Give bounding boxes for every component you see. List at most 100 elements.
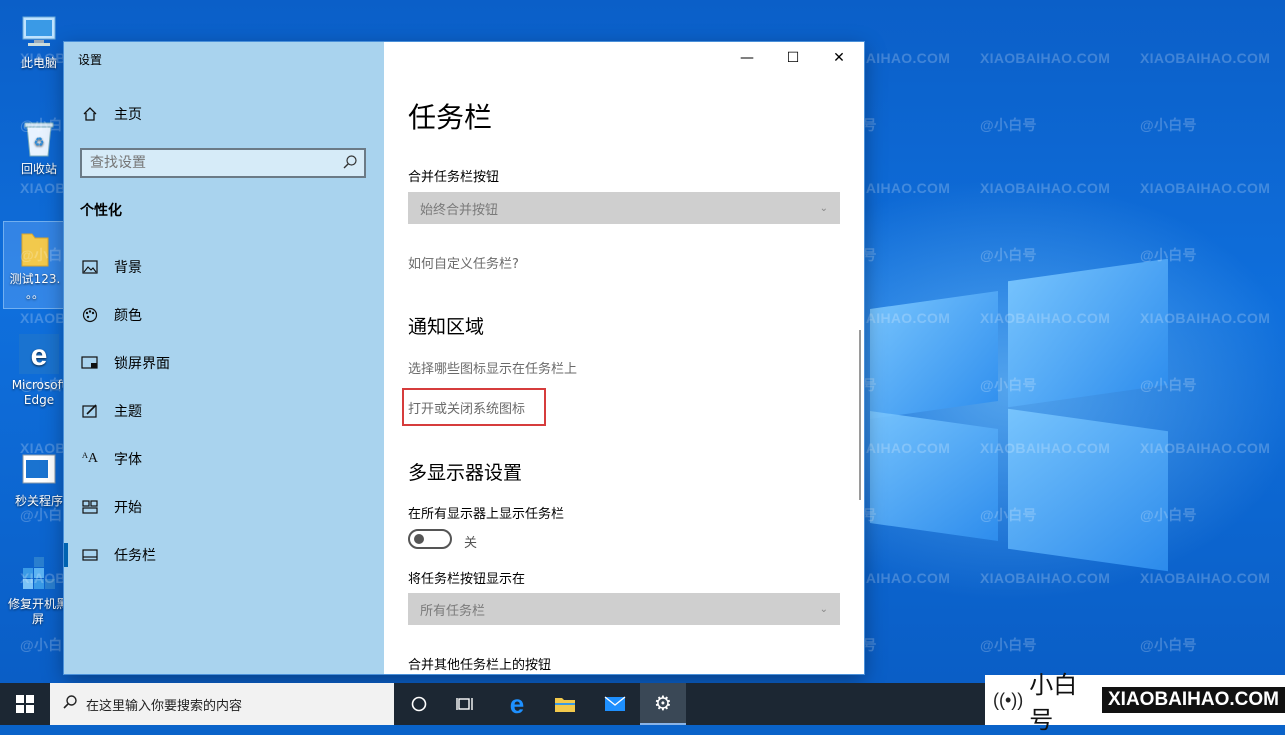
windows-icon (16, 695, 34, 713)
taskbar-search[interactable]: 在这里输入你要搜索的内容 (50, 683, 394, 725)
watermark-text: XIAOBAIHAO.COM (1140, 180, 1271, 196)
svg-text:e: e (31, 339, 48, 372)
nav-item-label: 开始 (114, 500, 142, 516)
toggle-knob (414, 534, 424, 544)
broadcast-icon: ((•)) (993, 689, 1024, 710)
recycle-bin-icon: ♻ (19, 118, 59, 158)
folder-icon (15, 228, 55, 268)
watermark-text: XIAOBAIHAO.COM (1140, 570, 1271, 586)
watermark-text: XIAOBAIHAO.COM (980, 180, 1111, 196)
combine-other-label: 合并其他任务栏上的按钮 (408, 658, 552, 673)
repair-icon (18, 553, 58, 593)
maximize-button[interactable]: ☐ (770, 48, 816, 68)
nav-home-label: 主页 (114, 107, 142, 123)
chevron-down-icon: ⌄ (819, 202, 828, 214)
background-icon (80, 260, 100, 274)
nav-item-label: 字体 (114, 452, 142, 468)
mail-icon (604, 696, 626, 711)
desktop-icon-label: 修复开机黑屏 (7, 597, 68, 626)
taskbar-search-placeholder: 在这里输入你要搜索的内容 (86, 698, 243, 714)
taskbar-explorer-button[interactable] (542, 683, 588, 725)
desktop-icon-label: Microsoft Edge (11, 378, 67, 407)
watermark-text: XIAOBAIHAO.COM (1140, 50, 1271, 66)
search-icon[interactable] (342, 154, 358, 174)
theme-icon (80, 403, 100, 419)
watermark-text: @小白号 (1140, 117, 1197, 133)
close-button[interactable]: ✕ (816, 48, 862, 68)
dropdown-value: 所有任务栏 (420, 603, 486, 619)
start-icon (80, 500, 100, 514)
nav-home[interactable]: 主页 (64, 94, 384, 134)
nav-item-taskbar[interactable]: 任务栏 (64, 535, 384, 575)
nav-item-colors[interactable]: 颜色 (64, 295, 384, 335)
nav-item-label: 背景 (114, 260, 142, 276)
settings-search-input[interactable] (82, 154, 332, 172)
watermark-text: @小白号 (980, 637, 1037, 653)
home-icon (80, 106, 100, 122)
brand-domain: XIAOBAIHAO.COM (1102, 687, 1285, 713)
desktop-icon-repair[interactable]: 修复开机黑屏 (6, 553, 70, 627)
page-title: 任务栏 (408, 101, 493, 134)
multi-display-heading: 多显示器设置 (408, 462, 523, 484)
show-buttons-on-dropdown[interactable]: 所有任务栏 ⌄ (408, 593, 840, 625)
font-icon: ᴬA (81, 451, 99, 466)
windows-logo-pane (1008, 408, 1168, 572)
taskbar-settings-button[interactable]: ⚙ (640, 683, 686, 725)
taskbar-edge-button[interactable]: e (494, 683, 540, 725)
watermark-text: @小白号 (980, 117, 1037, 133)
content-scrollbar[interactable] (859, 330, 861, 500)
settings-content: — ☐ ✕ 任务栏 合并任务栏按钮 始终合并按钮 ⌄ 如何自定义任务栏? 通知区… (384, 42, 864, 674)
desktop-icon-label: 测试123. (9, 272, 61, 286)
svg-text:♻: ♻ (34, 135, 45, 149)
desktop-icon-sublabel: 。。 (25, 287, 44, 301)
nav-item-label: 主题 (114, 404, 142, 420)
settings-icon: ⚙ (654, 691, 672, 715)
desktop-icon-test-folder[interactable]: 测试123. 。。 (3, 221, 67, 309)
toggle-state-label: 关 (464, 536, 478, 551)
combine-buttons-label: 合并任务栏按钮 (408, 170, 500, 185)
task-view-icon (456, 698, 473, 710)
nav-item-label: 任务栏 (114, 548, 156, 564)
settings-search-box[interactable] (80, 148, 366, 178)
show-on-all-displays-toggle[interactable] (408, 529, 452, 549)
nav-item-lock-screen[interactable]: 锁屏界面 (64, 343, 384, 383)
select-icons-link[interactable]: 选择哪些图标显示在任务栏上 (408, 358, 577, 377)
lock-screen-icon (80, 356, 100, 370)
desktop-icon-this-pc[interactable]: 此电脑 (9, 12, 69, 71)
nav-item-background[interactable]: 背景 (64, 247, 384, 287)
settings-sidebar: 设置 主页 个性化 背景 颜色 (64, 42, 384, 674)
show-on-all-displays-label: 在所有显示器上显示任务栏 (408, 507, 565, 522)
chevron-down-icon: ⌄ (819, 603, 828, 615)
cortana-icon (411, 696, 427, 712)
file-explorer-icon (555, 698, 575, 712)
minimize-button[interactable]: — (724, 48, 770, 68)
window-title: 设置 (78, 53, 103, 67)
nav-item-start[interactable]: 开始 (64, 487, 384, 527)
cortana-button[interactable] (396, 683, 442, 725)
desktop-icon-edge[interactable]: e Microsoft Edge (8, 334, 70, 408)
settings-window: 设置 主页 个性化 背景 颜色 (64, 42, 864, 674)
customize-taskbar-link[interactable]: 如何自定义任务栏? (408, 253, 519, 272)
section-heading-personalization: 个性化 (80, 203, 122, 219)
watermark-text: XIAOBAIHAO.COM (980, 570, 1111, 586)
nav-item-label: 锁屏界面 (114, 356, 170, 372)
computer-icon (19, 12, 59, 52)
nav-item-fonts[interactable]: ᴬA 字体 (64, 439, 384, 479)
desktop-icon-recycle-bin[interactable]: ♻ 回收站 (9, 118, 69, 177)
taskbar-icon (80, 549, 100, 561)
desktop-icon-label: 此电脑 (20, 56, 57, 70)
nav-item-label: 颜色 (114, 308, 142, 324)
desktop-icon-shortcut[interactable]: 秒关程序 (9, 450, 69, 509)
highlight-annotation-box (402, 388, 546, 426)
windows-logo-pane (870, 291, 998, 419)
combine-buttons-dropdown[interactable]: 始终合并按钮 ⌄ (408, 192, 840, 224)
desktop-icon-label: 回收站 (20, 162, 57, 176)
watermark-text: @小白号 (1140, 637, 1197, 653)
task-view-button[interactable] (442, 683, 488, 725)
dropdown-value: 始终合并按钮 (420, 202, 499, 218)
nav-item-themes[interactable]: 主题 (64, 391, 384, 431)
notification-area-heading: 通知区域 (408, 316, 485, 338)
taskbar-mail-button[interactable] (592, 683, 638, 725)
start-button[interactable] (0, 683, 50, 725)
show-buttons-on-label: 将任务栏按钮显示在 (408, 572, 526, 587)
